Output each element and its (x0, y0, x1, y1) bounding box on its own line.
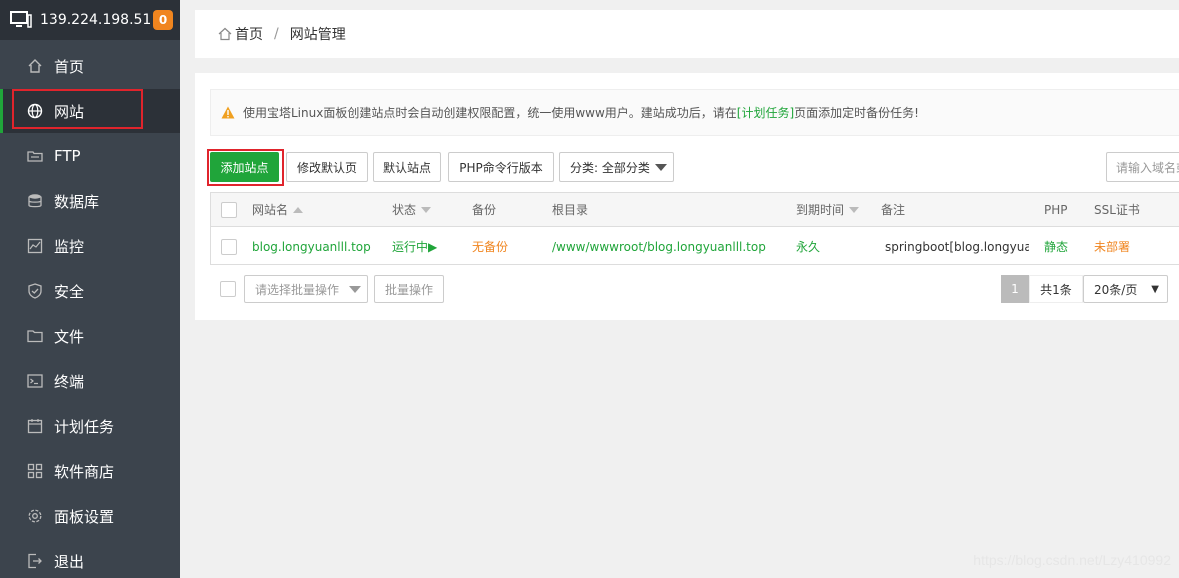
header-root: 根目录 (552, 203, 589, 217)
default-site-button[interactable]: 默认站点 (373, 152, 441, 182)
batch-operation-button[interactable]: 批量操作 (374, 275, 444, 303)
search-input[interactable]: 请输入域名或备注 (1106, 152, 1179, 182)
select-all-checkbox[interactable] (221, 201, 237, 218)
sites-table: 网站名 状态 备份 根目录 到期时间 备注 PHP SSL证书 blog.lon… (210, 192, 1179, 265)
warning-icon (221, 106, 235, 119)
total-count: 共1条 (1029, 275, 1083, 303)
home-icon (218, 27, 232, 41)
header-expire[interactable]: 到期时间 (796, 193, 860, 226)
calendar-icon (27, 419, 43, 434)
sidebar-item-label: FTP (54, 147, 81, 165)
notification-badge[interactable]: 0 (153, 10, 173, 30)
sidebar-item-label: 面板设置 (54, 507, 115, 526)
header-backup: 备份 (472, 203, 497, 217)
sidebar-item-label: 监控 (54, 237, 85, 256)
site-name-link[interactable]: blog.longyuanlll.top (252, 228, 371, 265)
table-header: 网站名 状态 备份 根目录 到期时间 备注 PHP SSL证书 (211, 193, 1179, 227)
site-remark[interactable]: springboot[blog.longyua (885, 228, 1029, 265)
batch-select-placeholder: 请选择批量操作 (255, 282, 340, 297)
edit-default-page-button[interactable]: 修改默认页 (286, 152, 368, 182)
notice-text-after: 页面添加定时备份任务! (794, 106, 919, 120)
footer-select-all-checkbox[interactable] (220, 281, 236, 297)
site-backup-link[interactable]: 无备份 (472, 228, 508, 265)
sidebar-item-monitor[interactable]: 监控 (0, 224, 180, 268)
sidebar-item-security[interactable]: 安全 (0, 269, 180, 313)
site-ssl-link[interactable]: 未部署 (1094, 228, 1130, 265)
header-status[interactable]: 状态 (392, 193, 432, 226)
chevron-down-icon (655, 164, 667, 171)
header-name[interactable]: 网站名 (252, 193, 304, 226)
gear-icon (28, 509, 42, 523)
category-select[interactable]: 分类: 全部分类 (559, 152, 674, 182)
per-page-select[interactable]: 20条/页 ▼ (1083, 275, 1168, 303)
header-ssl: SSL证书 (1094, 203, 1140, 217)
php-cli-version-button[interactable]: PHP命令行版本 (448, 152, 554, 182)
sidebar-item-cron[interactable]: 计划任务 (0, 404, 180, 448)
sidebar-item-label: 安全 (54, 282, 85, 301)
sidebar-item-settings[interactable]: 面板设置 (0, 494, 180, 538)
notice-cron-link[interactable]: [计划任务] (737, 104, 794, 121)
database-icon (28, 194, 42, 208)
folder-icon (27, 330, 43, 343)
batch-operation-select[interactable]: 请选择批量操作 (244, 275, 368, 303)
notice-text: 使用宝塔Linux面板创建站点时会自动创建权限配置，统一使用www用户。建站成功… (243, 106, 737, 120)
sidebar-item-label: 软件商店 (54, 462, 115, 481)
monitor-icon (10, 11, 32, 28)
add-site-button[interactable]: 添加站点 (210, 152, 279, 182)
site-management-panel: 使用宝塔Linux面板创建站点时会自动创建权限配置，统一使用www用户。建站成功… (195, 73, 1179, 320)
search-placeholder: 请输入域名或备注 (1116, 160, 1179, 175)
table-footer: 请选择批量操作 批量操作 1 共1条 20条/页 ▼ (210, 275, 1179, 303)
sidebar-item-terminal[interactable]: 终端 (0, 359, 180, 403)
notice-bar: 使用宝塔Linux面板创建站点时会自动创建权限配置，统一使用www用户。建站成功… (210, 89, 1179, 136)
breadcrumb-separator: / (274, 26, 279, 42)
sidebar-item-label: 首页 (54, 57, 85, 76)
sidebar-item-label: 退出 (54, 552, 85, 571)
sidebar: 139.224.198.51 0 首页 网站 FTP 数据库 监控 安全 文件 … (0, 0, 180, 578)
sidebar-item-label: 终端 (54, 372, 85, 391)
sidebar-item-website[interactable]: 网站 (0, 89, 180, 133)
home-icon (28, 59, 42, 73)
sidebar-item-logout[interactable]: 退出 (0, 539, 180, 578)
sidebar-item-label: 数据库 (54, 192, 100, 211)
watermark: https://blog.csdn.net/Lzy410992 (973, 552, 1171, 568)
chevron-down-icon (349, 286, 361, 293)
sidebar-item-home[interactable]: 首页 (0, 44, 180, 88)
sidebar-item-ftp[interactable]: FTP (0, 134, 180, 178)
ftp-icon (27, 151, 43, 162)
breadcrumb: 首页 / 网站管理 (195, 10, 1179, 58)
sort-desc-icon (849, 206, 860, 213)
category-select-label: 分类: 全部分类 (570, 160, 650, 175)
breadcrumb-current: 网站管理 (289, 27, 346, 43)
site-php-link[interactable]: 静态 (1044, 228, 1068, 265)
grid-icon (27, 463, 43, 479)
shield-icon (28, 283, 42, 299)
logout-icon (28, 553, 42, 569)
page-current[interactable]: 1 (1001, 275, 1029, 303)
sidebar-item-label: 网站 (54, 102, 85, 121)
monitor-chart-icon (27, 238, 43, 254)
per-page-label: 20条/页 (1094, 282, 1138, 297)
server-ip: 139.224.198.51 (40, 12, 152, 28)
globe-icon (27, 103, 43, 119)
site-root-link[interactable]: /www/wwwroot/blog.longyuanlll.top (552, 228, 766, 265)
site-expire-link[interactable]: 永久 (796, 228, 820, 265)
header-remark: 备注 (881, 203, 906, 217)
sidebar-item-files[interactable]: 文件 (0, 314, 180, 358)
sort-asc-icon (293, 206, 304, 213)
caret-down-icon: ▼ (1151, 284, 1159, 295)
sidebar-item-store[interactable]: 软件商店 (0, 449, 180, 493)
table-row: blog.longyuanlll.top 运行中▶ 无备份 /www/wwwro… (211, 228, 1179, 265)
header-php: PHP (1044, 202, 1068, 217)
sort-desc-icon (421, 206, 432, 213)
toolbar: 添加站点 修改默认页 默认站点 PHP命令行版本 分类: 全部分类 请输入域名或… (210, 152, 1179, 182)
sidebar-item-label: 计划任务 (54, 417, 115, 436)
sidebar-item-database[interactable]: 数据库 (0, 179, 180, 223)
row-checkbox[interactable] (221, 238, 237, 255)
terminal-icon (27, 374, 43, 388)
server-header: 139.224.198.51 0 (0, 0, 180, 40)
sidebar-item-label: 文件 (54, 327, 85, 346)
breadcrumb-home[interactable]: 首页 (235, 24, 263, 44)
site-status-toggle[interactable]: 运行中▶ (392, 228, 437, 265)
